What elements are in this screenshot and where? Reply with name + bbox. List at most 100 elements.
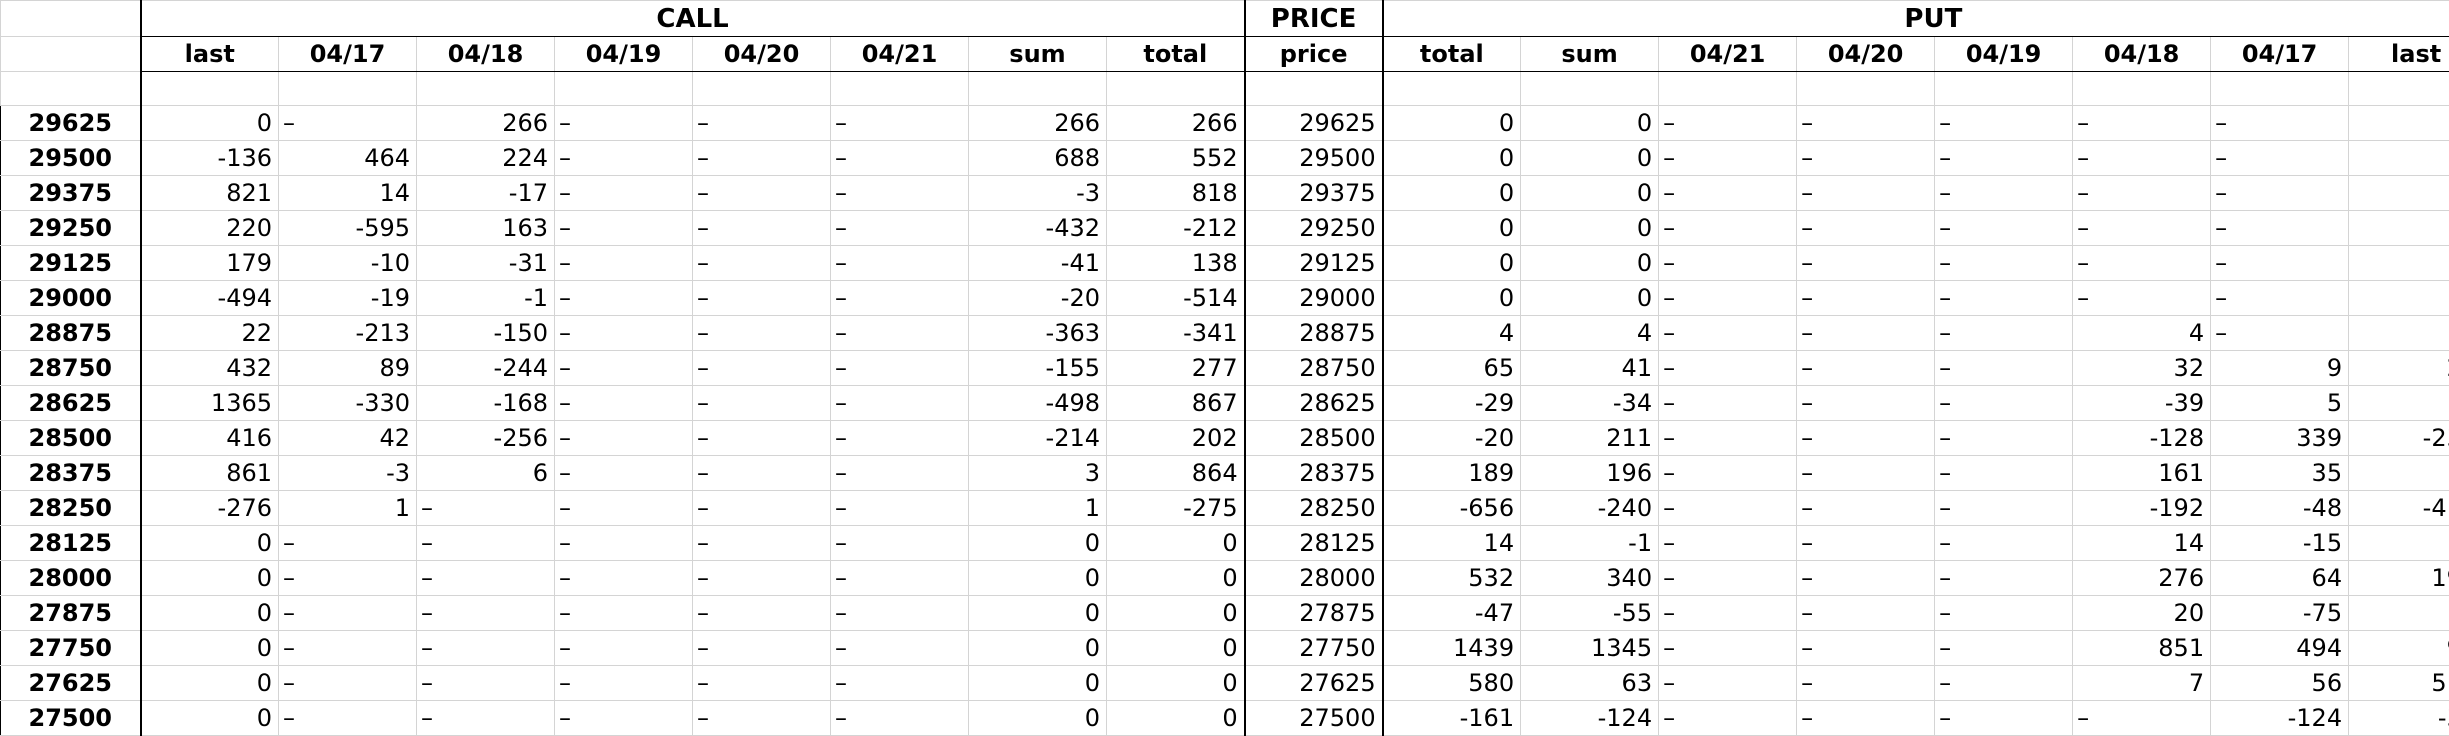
table-cell[interactable]: -150 [417, 316, 555, 351]
table-cell[interactable]: 1 [969, 491, 1107, 526]
table-cell[interactable]: – [555, 596, 693, 631]
table-cell[interactable]: – [693, 561, 831, 596]
blank-cell[interactable] [969, 72, 1107, 106]
table-cell[interactable]: – [831, 456, 969, 491]
table-cell[interactable]: – [1797, 526, 1935, 561]
row-label[interactable]: 28625 [1, 386, 141, 421]
table-cell[interactable]: -19 [279, 281, 417, 316]
table-cell[interactable]: 28125 [1245, 526, 1383, 561]
table-cell[interactable]: – [1935, 701, 2073, 736]
column-header[interactable]: 04/18 [2073, 37, 2211, 72]
blank-cell[interactable] [279, 72, 417, 106]
table-cell[interactable]: 0 [1521, 281, 1659, 316]
table-cell[interactable]: 0 [2349, 281, 2449, 316]
table-cell[interactable]: – [279, 701, 417, 736]
table-cell[interactable]: 867 [1107, 386, 1245, 421]
table-cell[interactable]: 0 [1521, 141, 1659, 176]
table-cell[interactable]: 0 [1107, 701, 1245, 736]
table-cell[interactable]: -416 [2349, 491, 2449, 526]
table-cell[interactable]: – [1797, 281, 1935, 316]
table-cell[interactable]: 1365 [141, 386, 279, 421]
table-cell[interactable]: 818 [1107, 176, 1245, 211]
table-cell[interactable]: 494 [2211, 631, 2349, 666]
table-cell[interactable]: -155 [969, 351, 1107, 386]
table-cell[interactable]: – [693, 421, 831, 456]
table-cell[interactable]: -514 [1107, 281, 1245, 316]
table-cell[interactable]: – [831, 211, 969, 246]
table-cell[interactable]: 0 [2349, 141, 2449, 176]
row-label[interactable]: 29625 [1, 106, 141, 141]
table-cell[interactable]: -3 [969, 176, 1107, 211]
table-cell[interactable]: 179 [141, 246, 279, 281]
table-cell[interactable]: – [417, 666, 555, 701]
table-cell[interactable]: 28375 [1245, 456, 1383, 491]
table-cell[interactable]: 0 [969, 526, 1107, 561]
table-cell[interactable]: – [1935, 526, 2073, 561]
table-cell[interactable]: – [693, 491, 831, 526]
table-cell[interactable]: – [555, 281, 693, 316]
table-cell[interactable]: – [279, 561, 417, 596]
table-cell[interactable]: – [831, 701, 969, 736]
table-cell[interactable]: 517 [2349, 666, 2449, 701]
row-label[interactable]: 28125 [1, 526, 141, 561]
table-cell[interactable]: -432 [969, 211, 1107, 246]
table-cell[interactable]: – [1797, 106, 1935, 141]
table-cell[interactable]: – [693, 526, 831, 561]
table-cell[interactable]: 1439 [1383, 631, 1521, 666]
table-cell[interactable]: 266 [417, 106, 555, 141]
call-group-header[interactable]: CALL [141, 1, 1245, 37]
table-cell[interactable]: -275 [1107, 491, 1245, 526]
table-cell[interactable]: – [1935, 281, 2073, 316]
table-cell[interactable]: – [693, 141, 831, 176]
table-cell[interactable]: 0 [141, 701, 279, 736]
table-cell[interactable]: – [1935, 176, 2073, 211]
table-cell[interactable]: – [1797, 596, 1935, 631]
table-cell[interactable]: – [1659, 141, 1797, 176]
table-cell[interactable]: 432 [141, 351, 279, 386]
column-header[interactable]: 04/17 [2211, 37, 2349, 72]
table-cell[interactable]: – [555, 701, 693, 736]
table-cell[interactable]: – [1935, 421, 2073, 456]
table-cell[interactable]: -31 [417, 246, 555, 281]
table-cell[interactable]: -15 [2211, 526, 2349, 561]
table-cell[interactable]: – [1797, 666, 1935, 701]
table-cell[interactable]: – [2073, 211, 2211, 246]
table-cell[interactable]: -231 [2349, 421, 2449, 456]
table-cell[interactable]: -494 [141, 281, 279, 316]
table-cell[interactable]: – [693, 281, 831, 316]
blank-cell[interactable] [417, 72, 555, 106]
table-cell[interactable]: 14 [1383, 526, 1521, 561]
table-cell[interactable]: 189 [1383, 456, 1521, 491]
column-header[interactable]: 04/19 [1935, 37, 2073, 72]
row-label[interactable]: 28250 [1, 491, 141, 526]
table-cell[interactable]: – [1659, 386, 1797, 421]
table-cell[interactable]: -1 [1521, 526, 1659, 561]
table-cell[interactable]: – [1659, 211, 1797, 246]
table-cell[interactable]: 29125 [1245, 246, 1383, 281]
table-cell[interactable]: – [1659, 701, 1797, 736]
table-cell[interactable]: – [1797, 141, 1935, 176]
table-cell[interactable]: – [1935, 666, 2073, 701]
table-cell[interactable]: 9 [2211, 351, 2349, 386]
table-cell[interactable]: – [555, 666, 693, 701]
table-cell[interactable]: – [555, 176, 693, 211]
row-label[interactable]: 28375 [1, 456, 141, 491]
table-cell[interactable]: 41 [1521, 351, 1659, 386]
table-cell[interactable]: – [1797, 456, 1935, 491]
table-cell[interactable]: 688 [969, 141, 1107, 176]
table-cell[interactable]: – [279, 526, 417, 561]
table-cell[interactable]: 0 [969, 666, 1107, 701]
row-label[interactable]: 28875 [1, 316, 141, 351]
table-cell[interactable]: 94 [2349, 631, 2449, 666]
column-header[interactable]: 04/21 [831, 37, 969, 72]
table-cell[interactable]: – [693, 351, 831, 386]
table-cell[interactable]: -39 [2073, 386, 2211, 421]
blank-cell[interactable] [2211, 72, 2349, 106]
table-cell[interactable]: 89 [279, 351, 417, 386]
column-header[interactable]: total [1107, 37, 1245, 72]
table-cell[interactable]: -124 [1521, 701, 1659, 736]
table-cell[interactable]: -363 [969, 316, 1107, 351]
table-cell[interactable]: – [555, 526, 693, 561]
table-cell[interactable]: – [555, 561, 693, 596]
table-cell[interactable]: – [2073, 246, 2211, 281]
